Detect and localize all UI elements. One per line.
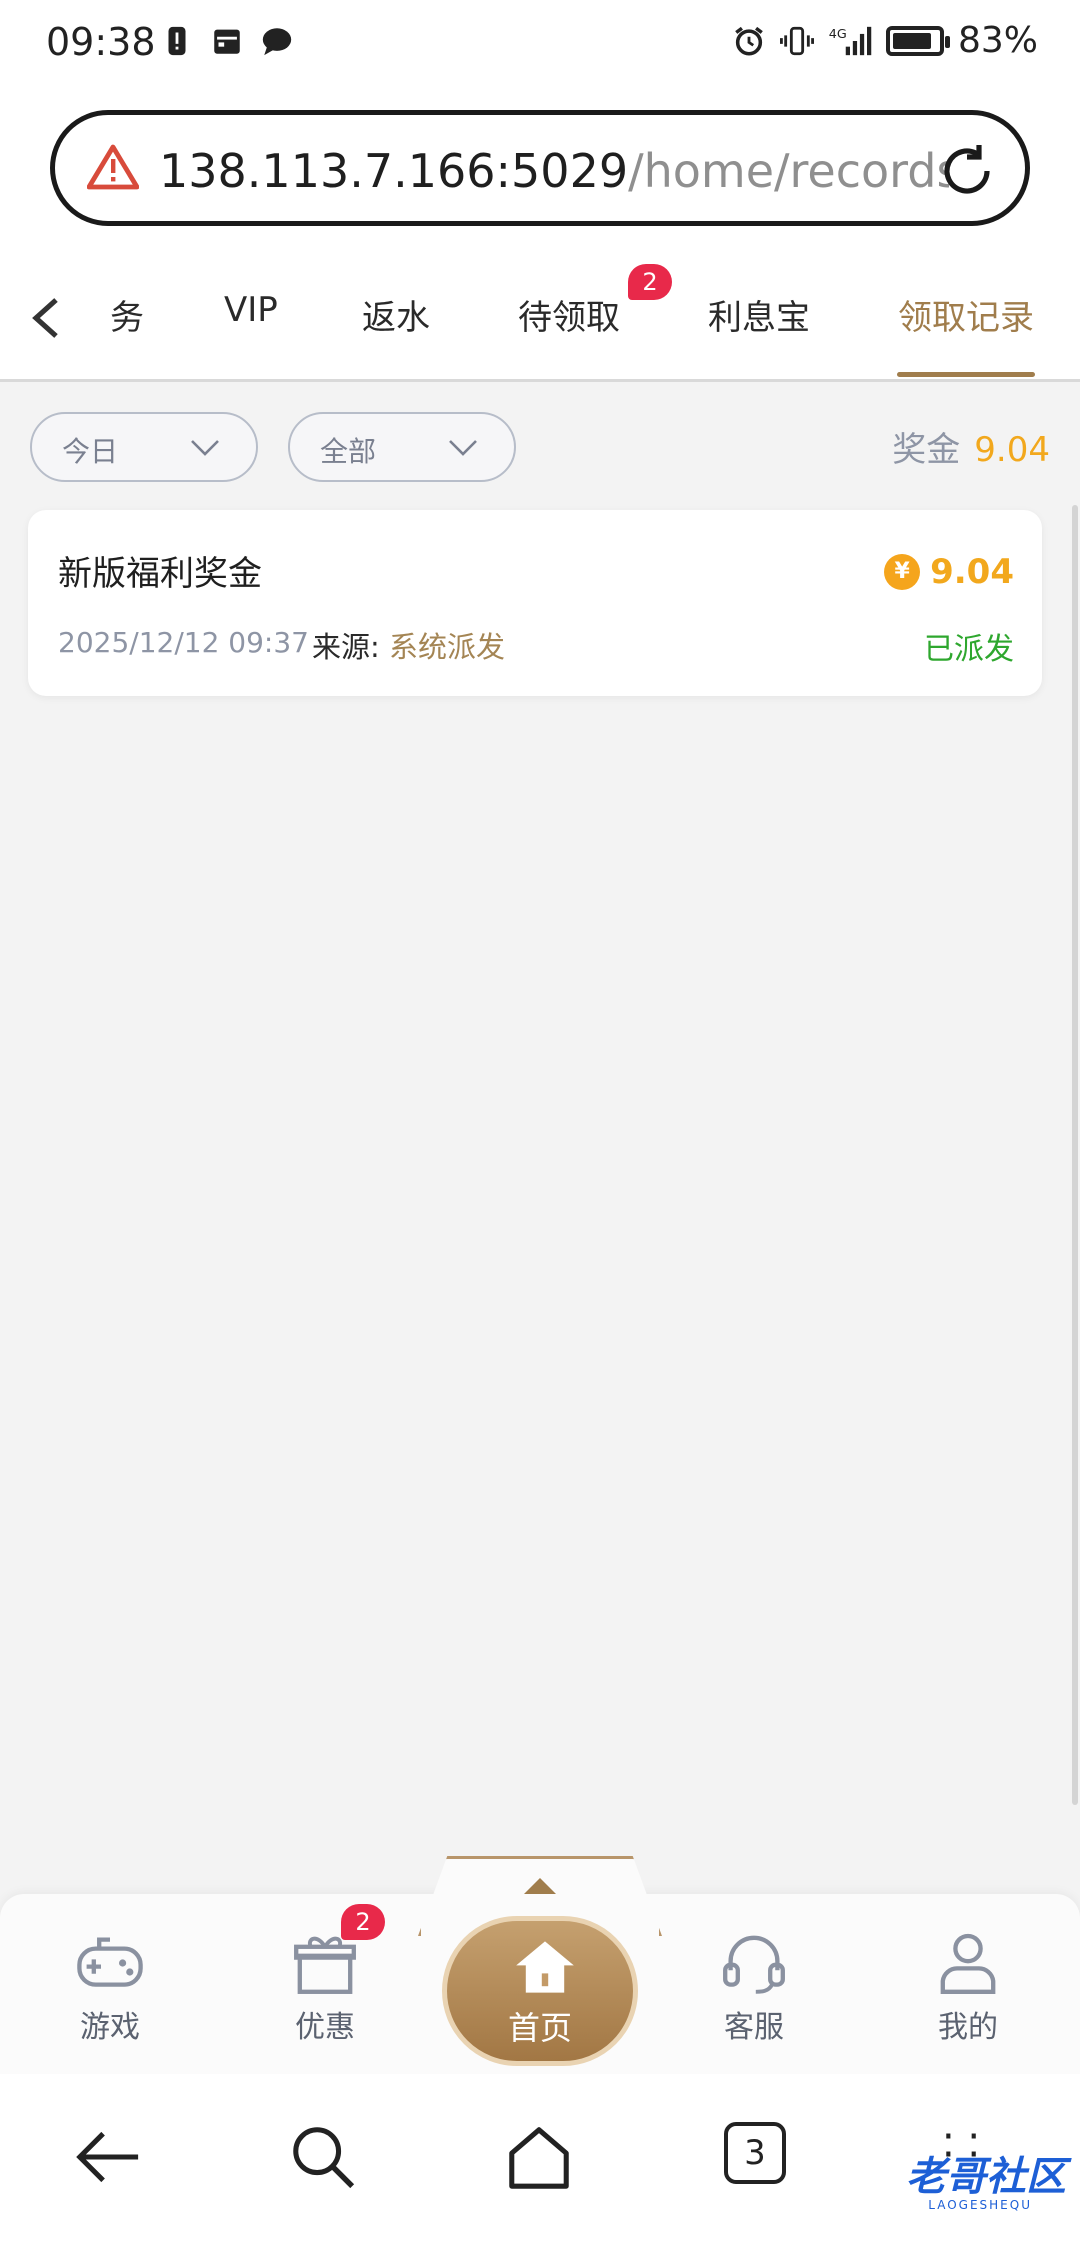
record-amount: ¥ 9.04 <box>884 552 1014 592</box>
type-filter-value: 全部 <box>320 435 377 468</box>
record-source-value: 系统派发 <box>389 630 506 664</box>
tab-interest[interactable]: 利息宝 <box>708 290 810 339</box>
nav-profile-label: 我的 <box>938 2010 998 2045</box>
date-filter-dropdown[interactable]: 今日 <box>30 412 258 482</box>
bonus-total: 9.04 <box>974 430 1050 470</box>
search-icon[interactable] <box>288 2122 358 2192</box>
record-date: 2025/12/12 09:37 <box>58 626 309 659</box>
url-host: 138.113.7.166:5029 <box>159 144 629 198</box>
url-path: /home/records <box>628 144 949 198</box>
nav-support-label: 客服 <box>724 2010 784 2045</box>
record-card: 新版福利奖金 ¥ 9.04 2025/12/12 09:37 来源: 系统派发 … <box>28 510 1042 696</box>
nav-profile[interactable]: 我的 <box>898 1930 1038 2046</box>
battery-icon <box>885 25 950 56</box>
promotions-badge: 2 <box>341 1904 385 1940</box>
nav-support[interactable]: 客服 <box>684 1930 824 2046</box>
home-icon <box>516 1941 574 1993</box>
reload-icon[interactable] <box>935 139 999 203</box>
tab-vip[interactable]: VIP <box>224 290 278 330</box>
tab-task[interactable]: 务 <box>110 290 144 339</box>
chevron-down-icon <box>191 440 219 456</box>
address-bar[interactable]: 138.113.7.166:5029/home/records <box>50 110 1030 226</box>
record-title: 新版福利奖金 <box>58 554 262 594</box>
pending-badge: 2 <box>628 264 672 300</box>
alert-notification-icon <box>168 26 186 56</box>
status-bar: 09:38 4G 83% <box>0 0 1080 90</box>
record-source: 来源: 系统派发 <box>312 624 505 666</box>
home-icon[interactable] <box>504 2122 574 2192</box>
calendar-notification-icon <box>214 29 240 54</box>
chevron-down-icon <box>449 440 477 456</box>
tab-claim-records[interactable]: 领取记录 <box>898 290 1034 339</box>
signal-icon: 4G <box>829 26 872 55</box>
nav-promotions-label: 优惠 <box>295 2010 355 2045</box>
battery-percent: 83% <box>957 20 1038 61</box>
warning-triangle-icon[interactable] <box>87 143 139 191</box>
nav-promotions[interactable]: 优惠 2 <box>255 1904 395 2046</box>
date-filter-value: 今日 <box>62 435 119 468</box>
chevron-left-icon[interactable] <box>30 296 60 340</box>
back-arrow-icon[interactable] <box>72 2122 142 2192</box>
nav-games[interactable]: 游戏 <box>40 1930 180 2046</box>
caret-up-icon[interactable] <box>524 1878 556 1894</box>
vibrate-icon <box>779 26 814 55</box>
url-text[interactable]: 138.113.7.166:5029/home/records <box>159 141 949 201</box>
tab-count-button[interactable]: 3 <box>724 2122 786 2184</box>
svg-text:4G: 4G <box>829 27 847 42</box>
nav-home-button[interactable]: 首页 <box>442 1916 638 2066</box>
tab-rebate[interactable]: 返水 <box>362 290 430 339</box>
record-source-label: 来源: <box>312 630 380 664</box>
bonus-label: 奖金 <box>892 430 961 470</box>
type-filter-dropdown[interactable]: 全部 <box>288 412 516 482</box>
tab-pending[interactable]: 待领取 <box>518 290 620 339</box>
watermark-subtext: LAOGESHEQU <box>928 2198 1032 2212</box>
coin-icon: ¥ <box>884 554 921 590</box>
scrollbar[interactable] <box>1072 505 1078 1805</box>
nav-home-label: 首页 <box>507 2009 572 2047</box>
nav-games-label: 游戏 <box>80 2010 140 2045</box>
headset-icon <box>723 1935 785 1994</box>
category-tabs: 务 VIP 返水 待领取 2 利息宝 领取记录 <box>0 250 1080 382</box>
chat-notification-icon <box>262 28 292 56</box>
record-status: 已派发 <box>924 632 1014 667</box>
browser-toolbar: 138.113.7.166:5029/home/records <box>0 90 1080 250</box>
gamepad-icon <box>77 1937 143 1987</box>
watermark-logo: 老哥社区 <box>906 2154 1066 2200</box>
alarm-icon <box>735 26 763 56</box>
system-nav: 3 · · · · 老哥社区 LAOGESHEQU <box>0 2074 1080 2244</box>
record-amount-value: 9.04 <box>930 552 1014 592</box>
bonus-summary: 奖金 9.04 <box>892 422 1050 471</box>
status-time: 09:38 <box>46 20 156 64</box>
user-icon <box>940 1933 996 1994</box>
active-tab-indicator <box>897 372 1035 377</box>
